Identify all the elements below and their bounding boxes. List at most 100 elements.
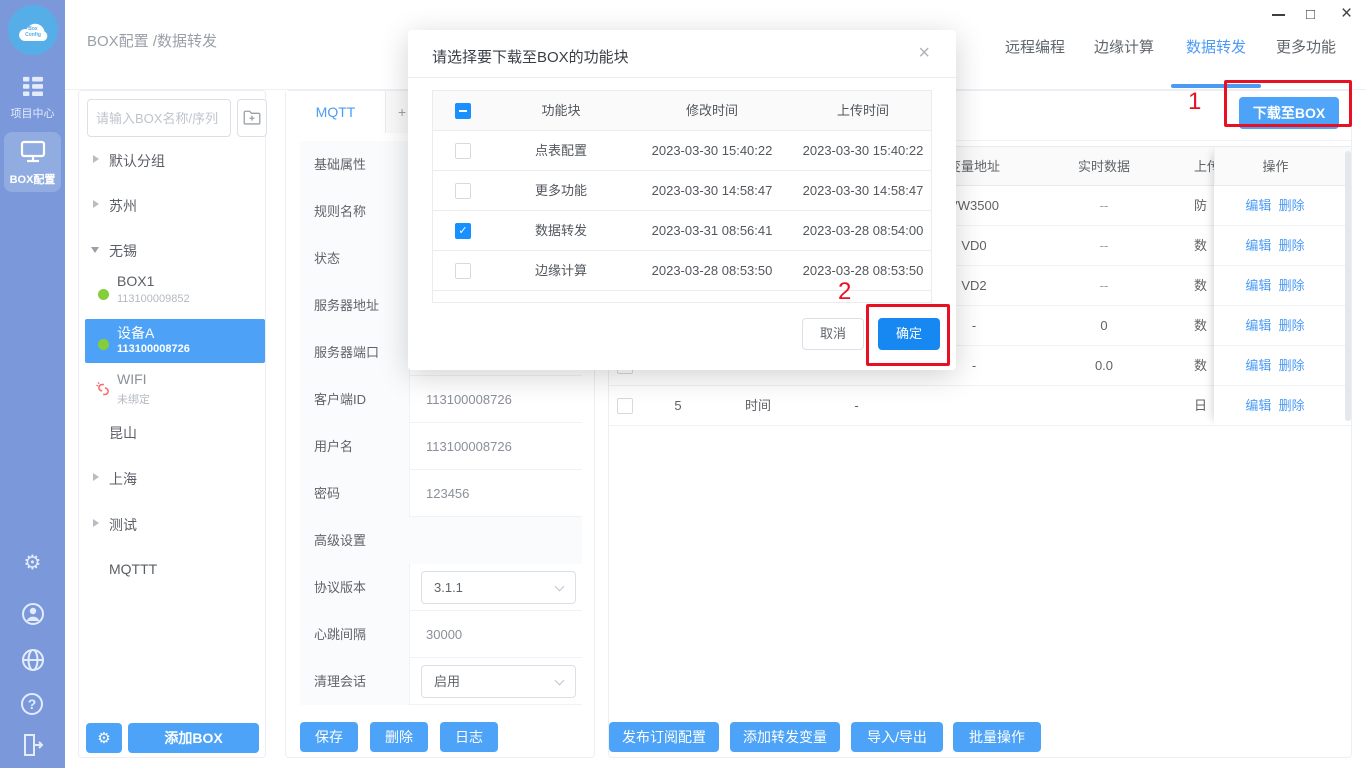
log-button[interactable]: 日志 <box>440 722 498 752</box>
gear-icon: ⚙ <box>97 730 110 747</box>
window-minimize-button[interactable] <box>1272 14 1285 16</box>
save-button[interactable]: 保存 <box>300 722 358 752</box>
settings-network-button[interactable]: ⚙ <box>0 552 65 574</box>
select-all-checkbox[interactable] <box>455 103 471 119</box>
delete-button[interactable]: 删除 <box>370 722 428 752</box>
select-value: 启用 <box>434 674 460 689</box>
delete-link[interactable]: 删除 <box>1279 238 1305 253</box>
table-scrollbar[interactable] <box>1345 151 1351 421</box>
add-group-button[interactable] <box>237 99 267 137</box>
tree-group-test[interactable]: 测试 <box>79 509 265 537</box>
tree-settings-button[interactable]: ⚙ <box>86 723 122 753</box>
tree-group-wuxi[interactable]: 无锡 <box>79 235 265 263</box>
delete-link[interactable]: 删除 <box>1279 398 1305 413</box>
language-button[interactable] <box>21 648 45 677</box>
form-label: 规则名称 <box>300 188 410 235</box>
monitor-icon <box>20 140 46 164</box>
add-forward-variable-button[interactable]: 添加转发变量 <box>730 722 840 752</box>
user-icon <box>21 602 45 626</box>
tab-edge-computing[interactable]: 边缘计算 <box>1094 36 1154 57</box>
chevron-right-icon <box>93 519 99 527</box>
row-checkbox[interactable] <box>455 143 471 159</box>
minimize-icon <box>1272 14 1285 16</box>
tree-group-label: 无锡 <box>109 241 137 261</box>
client-id-value[interactable]: 113100008726 <box>426 376 512 423</box>
import-export-button[interactable]: 导入/导出 <box>851 722 943 752</box>
device-name: BOX1 <box>117 273 154 289</box>
chevron-right-icon <box>93 473 99 481</box>
username-value[interactable]: 113100008726 <box>426 423 512 470</box>
form-label: 客户端ID <box>300 376 410 423</box>
tree-group-shanghai[interactable]: 上海 <box>79 463 265 491</box>
annotation-number-2: 2 <box>838 278 851 306</box>
tree-group-mqttt[interactable]: MQTTT <box>79 555 265 583</box>
tab-mqtt-rule[interactable]: MQTT <box>286 91 386 133</box>
window-maximize-button[interactable]: □ <box>1306 6 1315 23</box>
exit-door-icon <box>21 733 45 757</box>
search-input[interactable] <box>87 99 231 137</box>
tree-device-wifi[interactable]: WIFI 未绑定 <box>79 369 265 413</box>
tab-more-functions[interactable]: 更多功能 <box>1276 36 1336 57</box>
edit-link[interactable]: 编辑 <box>1245 358 1271 373</box>
dialog-close-button[interactable]: × <box>918 42 930 65</box>
cell-block-name: 更多功能 <box>493 171 629 211</box>
window-close-button[interactable]: × <box>1341 3 1352 25</box>
row-checkbox-checked[interactable]: ✓ <box>455 223 471 239</box>
annotation-box-step2 <box>866 304 950 366</box>
keepalive-value[interactable]: 30000 <box>426 611 462 658</box>
row-actions: 编辑 删除 <box>1214 226 1336 266</box>
publish-subscribe-config-button[interactable]: 发布订阅配置 <box>609 722 719 752</box>
edit-link[interactable]: 编辑 <box>1245 278 1271 293</box>
user-account-button[interactable] <box>21 602 45 631</box>
edit-link[interactable]: 编辑 <box>1245 318 1271 333</box>
add-box-button[interactable]: 添加BOX <box>128 723 259 753</box>
tree-group-suzhou[interactable]: 苏州 <box>79 190 265 218</box>
folder-plus-icon <box>243 109 261 125</box>
edit-link[interactable]: 编辑 <box>1245 238 1271 253</box>
sidebar-item-label: 项目中心 <box>0 105 65 121</box>
cell-realtime: 0 <box>1044 306 1164 346</box>
tree-group-kunshan[interactable]: 昆山 <box>79 417 265 445</box>
row-checkbox[interactable] <box>617 398 633 414</box>
tree-device-box1[interactable]: BOX1 113100009852 <box>79 271 265 315</box>
edit-link[interactable]: 编辑 <box>1245 198 1271 213</box>
logout-button[interactable] <box>21 733 45 762</box>
row-checkbox[interactable] <box>455 263 471 279</box>
tab-remote-programming[interactable]: 远程编程 <box>1005 36 1065 57</box>
function-block-row-selected: ✓ 数据转发 2023-03-31 08:56:41 2023-03-28 08… <box>433 211 931 251</box>
box-tree-panel: 默认分组 苏州 无锡 BOX1 113100009852 设备A 1131000… <box>78 90 266 758</box>
tree-group-default[interactable]: 默认分组 <box>79 145 265 173</box>
cell-modified: 2023-03-31 08:56:41 <box>629 211 795 251</box>
row-actions: 编辑 删除 <box>1214 386 1336 426</box>
delete-link[interactable]: 删除 <box>1279 198 1305 213</box>
device-name: WIFI <box>117 371 147 387</box>
protocol-version-select[interactable]: 3.1.1 <box>421 571 576 604</box>
delete-link[interactable]: 删除 <box>1279 318 1305 333</box>
form-label: 密码 <box>300 470 410 517</box>
device-name: 设备A <box>117 323 154 343</box>
tab-data-forwarding[interactable]: 数据转发 <box>1186 36 1246 57</box>
col-modified-time: 修改时间 <box>629 91 795 131</box>
delete-link[interactable]: 删除 <box>1279 358 1305 373</box>
broken-link-icon <box>95 381 112 398</box>
function-block-row: 更多功能 2023-03-30 14:58:47 2023-03-30 14:5… <box>433 171 931 211</box>
password-value[interactable]: 123456 <box>426 470 469 517</box>
cell-realtime: -- <box>1044 226 1164 266</box>
sidebar-item-project-center[interactable]: 项目中心 <box>0 76 65 121</box>
cancel-button[interactable]: 取消 <box>802 318 864 350</box>
batch-operation-button[interactable]: 批量操作 <box>953 722 1041 752</box>
row-checkbox[interactable] <box>455 183 471 199</box>
tree-group-label: 上海 <box>109 469 137 489</box>
edit-link[interactable]: 编辑 <box>1245 398 1271 413</box>
left-rail: Box Config 项目中心 BOX配置 ⚙ <box>0 0 65 768</box>
delete-link[interactable]: 删除 <box>1279 278 1305 293</box>
help-button[interactable]: ? <box>21 693 43 715</box>
row-actions: 编辑 删除 <box>1214 306 1336 346</box>
select-value: 3.1.1 <box>434 580 463 595</box>
tree-group-label: MQTTT <box>109 561 157 577</box>
sidebar-item-box-config[interactable]: BOX配置 <box>4 132 61 192</box>
function-block-table: 功能块 修改时间 上传时间 点表配置 2023-03-30 15:40:22 2… <box>432 90 932 303</box>
clean-session-select[interactable]: 启用 <box>421 665 576 698</box>
tree-device-deviceA-selected[interactable]: 设备A 113100008726 <box>85 319 265 363</box>
col-function-block: 功能块 <box>493 91 629 131</box>
